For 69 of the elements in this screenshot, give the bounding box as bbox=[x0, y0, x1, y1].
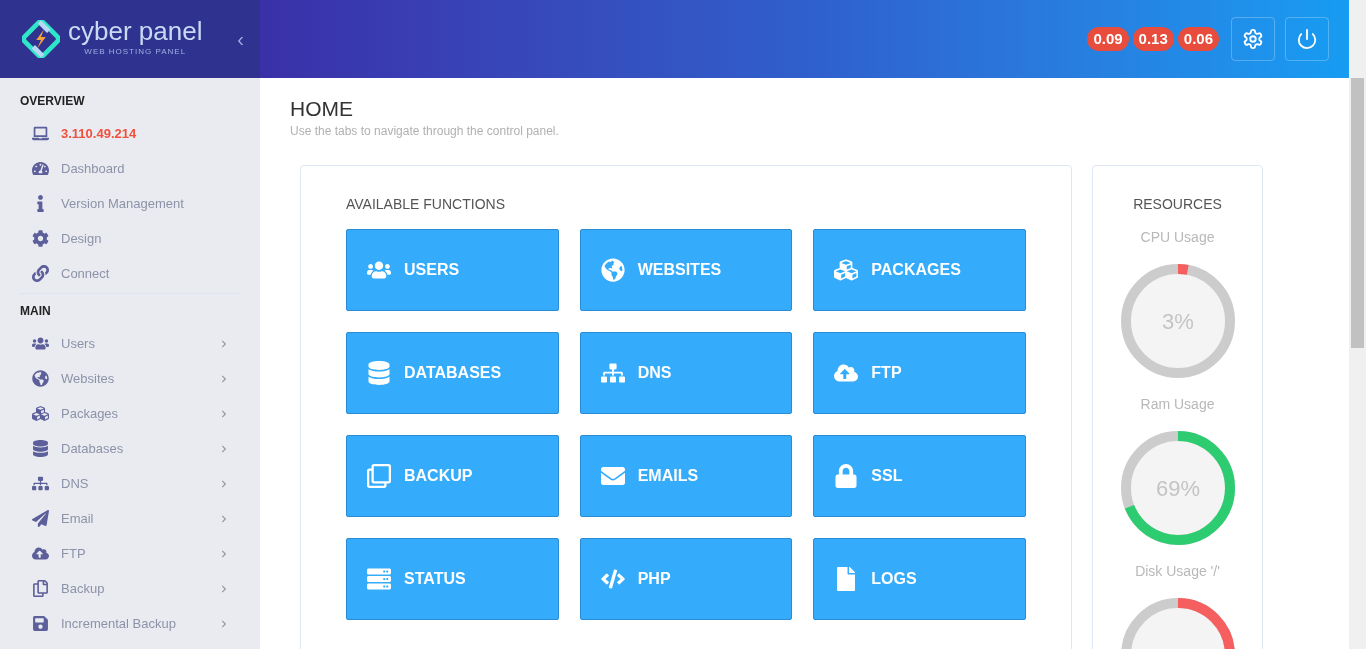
sitemap-icon bbox=[600, 361, 625, 385]
database-icon bbox=[367, 361, 391, 385]
settings-icon bbox=[1242, 28, 1264, 50]
cloud-upload-icon bbox=[32, 545, 49, 562]
sidebar-item[interactable]: Design bbox=[20, 221, 240, 256]
paper-plane-icon bbox=[32, 510, 49, 527]
sidebar-item[interactable]: Dashboard bbox=[20, 151, 240, 186]
function-tile[interactable]: SSL bbox=[813, 435, 1026, 517]
collapse-button[interactable]: ‹ bbox=[237, 24, 244, 54]
sidebar-item[interactable]: Websites bbox=[20, 361, 240, 396]
load-average-badge: 0.06 bbox=[1177, 26, 1219, 52]
copies-icon bbox=[32, 580, 49, 597]
sidebar-item[interactable]: Users bbox=[20, 326, 240, 361]
function-tile[interactable]: EMAILS bbox=[579, 435, 793, 517]
gear-icon bbox=[32, 230, 49, 247]
section-heading: OVERVIEW bbox=[20, 93, 86, 110]
function-tile[interactable]: WEBSITES bbox=[579, 229, 793, 311]
sidebar-item[interactable]: FTP bbox=[20, 536, 240, 571]
lock-icon bbox=[834, 464, 859, 488]
section-heading: MAIN bbox=[20, 303, 52, 320]
brand-name: cyber panel bbox=[68, 18, 203, 44]
panel-heading: RESOURCES bbox=[1133, 195, 1222, 214]
link-icon bbox=[32, 265, 49, 282]
logo-icon bbox=[22, 20, 60, 58]
sidebar-item[interactable]: Incremental Backup bbox=[20, 606, 240, 641]
sidebar-item[interactable]: Version Management bbox=[20, 186, 240, 221]
meter-label: CPU Usage bbox=[1140, 228, 1215, 247]
page-subtitle: Use the tabs to navigate through the control panel. bbox=[290, 123, 560, 140]
sitemap-icon bbox=[32, 475, 49, 492]
settings-button[interactable] bbox=[1231, 17, 1275, 61]
function-tile[interactable]: DATABASES bbox=[346, 332, 559, 414]
sidebar-item[interactable]: Packages bbox=[20, 396, 240, 431]
meter-label: Ram Usage bbox=[1140, 395, 1215, 414]
database-icon bbox=[32, 440, 49, 457]
function-tile[interactable]: PACKAGES bbox=[813, 229, 1026, 311]
function-tile[interactable]: FTP bbox=[813, 332, 1026, 414]
page-title: HOME bbox=[290, 98, 354, 119]
sidebar-item[interactable]: Email bbox=[20, 501, 240, 536]
gauge-icon bbox=[32, 160, 49, 177]
copies-icon bbox=[367, 464, 391, 488]
function-tile[interactable]: PHP bbox=[579, 538, 793, 620]
server-ip-link[interactable]: 3.110.49.214 bbox=[20, 116, 240, 151]
sidebar-item[interactable]: Backup bbox=[20, 571, 240, 606]
power-icon bbox=[1296, 28, 1318, 50]
function-tile[interactable]: BACKUP bbox=[346, 435, 559, 517]
function-tile[interactable]: USERS bbox=[346, 229, 559, 311]
meter-label: Disk Usage '/' bbox=[1135, 562, 1220, 581]
panel-heading: AVAILABLE FUNCTIONS bbox=[346, 195, 506, 214]
function-tile[interactable]: STATUS bbox=[346, 538, 559, 620]
scrollbar-thumb[interactable] bbox=[1351, 78, 1364, 348]
cubes-icon bbox=[32, 405, 49, 422]
server-icon bbox=[367, 567, 391, 591]
globe-icon bbox=[600, 258, 625, 282]
function-tile[interactable]: LOGS bbox=[813, 538, 1026, 620]
sidebar-item[interactable]: DNS bbox=[20, 466, 240, 501]
laptop-icon bbox=[32, 125, 49, 142]
sidebar-item[interactable]: Connect bbox=[20, 256, 240, 291]
load-average-badge: 0.13 bbox=[1132, 26, 1174, 52]
brand-tagline: WEB HOSTING PANEL bbox=[84, 48, 187, 56]
users-icon bbox=[32, 335, 49, 352]
floppy-icon bbox=[32, 615, 49, 632]
sidebar-item[interactable]: Databases bbox=[20, 431, 240, 466]
cubes-icon bbox=[834, 258, 859, 282]
envelope-icon bbox=[600, 464, 625, 488]
power-button[interactable] bbox=[1285, 17, 1329, 61]
code-icon bbox=[600, 567, 625, 591]
globe-icon bbox=[32, 370, 49, 387]
load-average-badge: 0.09 bbox=[1087, 26, 1129, 52]
function-tile[interactable]: DNS bbox=[579, 332, 793, 414]
